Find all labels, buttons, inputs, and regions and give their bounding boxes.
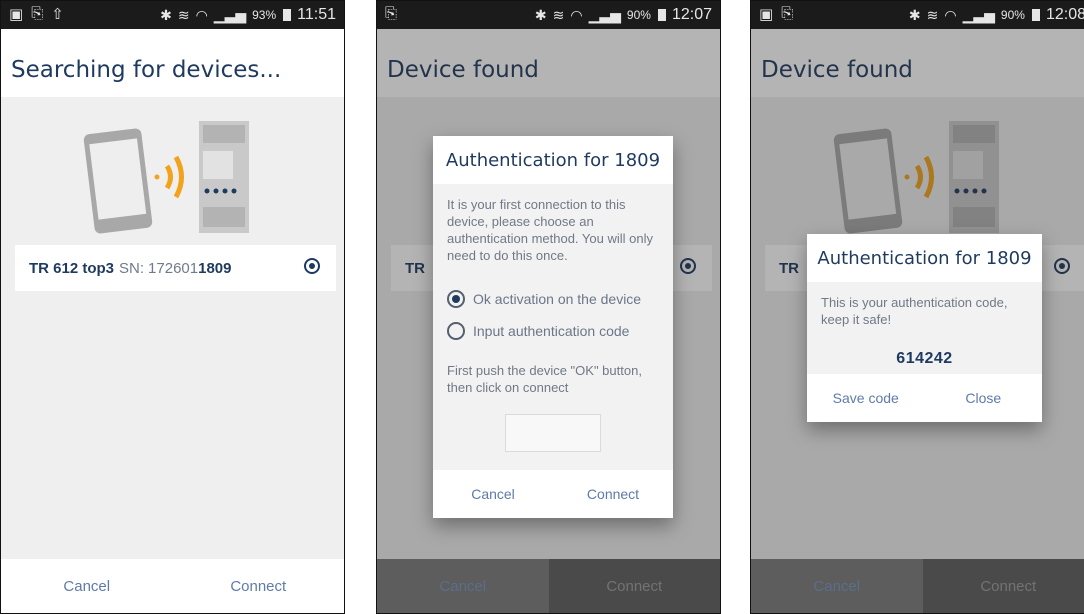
vibrate-icon: ≋ bbox=[178, 7, 190, 24]
page-title: Searching for devices... bbox=[11, 57, 281, 83]
din-rail-device-icon bbox=[199, 121, 249, 233]
wifi-icon: ◠ bbox=[944, 7, 956, 24]
dialog-cancel-button[interactable]: Cancel bbox=[433, 470, 553, 518]
bottom-actions: Cancel Connect bbox=[1, 559, 344, 613]
status-right-icons: ✱ ≋ ◠ ▁▃▅ 90% 12:07 bbox=[535, 6, 712, 24]
status-right-icons: ✱ ≋ ◠ ▁▃▅ 93% 11:51 bbox=[160, 6, 336, 24]
auth-code-input[interactable] bbox=[505, 414, 601, 452]
dialog-title: Authentication for 1809 bbox=[433, 136, 673, 184]
dialog-message: This is your authentication code, keep i… bbox=[807, 282, 1042, 340]
serial-suffix: 1809 bbox=[198, 260, 231, 277]
signal-icon: ▁▃▅ bbox=[214, 7, 246, 24]
dialog-hint: First push the device "OK" button, then … bbox=[447, 362, 659, 396]
status-left-icons: ▣ ⎘ ⇧ bbox=[9, 5, 64, 23]
bluetooth-icon: ✱ bbox=[909, 7, 921, 24]
status-bar: ▣ ⎘ ✱ ≋ ◠ ▁▃▅ 90% 12:08 bbox=[751, 1, 1084, 29]
option-ok-activation[interactable]: Ok activation on the device bbox=[447, 290, 673, 308]
battery-percent: 93% bbox=[252, 8, 276, 22]
battery-icon bbox=[658, 9, 666, 21]
auth-code-value: 614242 bbox=[807, 350, 1042, 368]
option-input-code[interactable]: Input authentication code bbox=[447, 322, 673, 340]
clock: 12:07 bbox=[672, 6, 712, 24]
status-bar: ⎘ ✱ ≋ ◠ ▁▃▅ 90% 12:07 bbox=[377, 1, 720, 29]
dialog-connect-button[interactable]: Connect bbox=[553, 470, 673, 518]
phone-to-device-illustration bbox=[79, 111, 259, 241]
clipboard-notification-icon: ⎘ bbox=[31, 5, 43, 23]
bluetooth-icon: ✱ bbox=[160, 7, 172, 24]
wifi-icon: ◠ bbox=[570, 7, 582, 24]
dialog-actions: Cancel Connect bbox=[433, 470, 673, 518]
option-label: Ok activation on the device bbox=[473, 291, 641, 307]
signal-icon: ▁▃▅ bbox=[963, 7, 995, 24]
clock: 12:08 bbox=[1046, 6, 1084, 24]
gallery-notification-icon: ▣ bbox=[9, 5, 23, 23]
serial-prefix: 172601 bbox=[148, 260, 198, 277]
serial-label: SN: bbox=[119, 260, 144, 277]
battery-percent: 90% bbox=[627, 8, 651, 22]
option-label: Input authentication code bbox=[473, 323, 629, 339]
connect-button[interactable]: Connect bbox=[173, 559, 345, 613]
clock: 11:51 bbox=[297, 6, 336, 24]
close-button[interactable]: Close bbox=[925, 374, 1043, 422]
auth-dialog: Authentication for 1809 It is your first… bbox=[433, 136, 673, 518]
signal-waves-icon bbox=[155, 157, 182, 197]
content-area: TR 612 top3 SN: 172601 1809 bbox=[1, 97, 344, 559]
radio-unselected-icon[interactable] bbox=[447, 322, 465, 340]
signal-icon: ▁▃▅ bbox=[589, 7, 621, 24]
vibrate-icon: ≋ bbox=[553, 7, 565, 24]
screen-auth-code: ▣ ⎘ ✱ ≋ ◠ ▁▃▅ 90% 12:08 Device found bbox=[750, 0, 1084, 614]
clipboard-notification-icon: ⎘ bbox=[781, 5, 793, 23]
dialog-actions: Save code Close bbox=[807, 374, 1042, 422]
cancel-button[interactable]: Cancel bbox=[1, 559, 173, 613]
status-right-icons: ✱ ≋ ◠ ▁▃▅ 90% 12:08 bbox=[909, 6, 1084, 24]
device-list-item[interactable]: TR 612 top3 SN: 172601 1809 bbox=[15, 245, 336, 291]
dialog-message: It is your first connection to this devi… bbox=[433, 184, 673, 276]
status-bar: ▣ ⎘ ⇧ ✱ ≋ ◠ ▁▃▅ 93% 11:51 bbox=[1, 1, 344, 29]
gallery-notification-icon: ▣ bbox=[759, 5, 773, 23]
status-left-icons: ⎘ bbox=[385, 5, 397, 22]
status-left-icons: ▣ ⎘ bbox=[759, 5, 793, 23]
screen-auth-choice: ⎘ ✱ ≋ ◠ ▁▃▅ 90% 12:07 Device found TR Ca… bbox=[376, 0, 721, 614]
battery-icon bbox=[1032, 9, 1040, 21]
screen-searching: ▣ ⎘ ⇧ ✱ ≋ ◠ ▁▃▅ 93% 11:51 Searching for … bbox=[0, 0, 345, 614]
wifi-icon: ◠ bbox=[196, 7, 208, 24]
bluetooth-icon: ✱ bbox=[535, 7, 547, 24]
upload-notification-icon: ⇧ bbox=[51, 5, 64, 23]
device-select-radio[interactable] bbox=[304, 258, 320, 274]
auth-code-dialog: Authentication for 1809 This is your aut… bbox=[807, 234, 1042, 422]
smartphone-icon bbox=[83, 128, 153, 234]
battery-percent: 90% bbox=[1001, 8, 1025, 22]
clipboard-notification-icon: ⎘ bbox=[385, 5, 397, 22]
radio-selected-icon[interactable] bbox=[447, 290, 465, 308]
vibrate-icon: ≋ bbox=[927, 7, 939, 24]
device-model: TR 612 top3 bbox=[29, 260, 114, 277]
header: Searching for devices... bbox=[1, 29, 344, 98]
battery-icon bbox=[283, 9, 291, 21]
save-code-button[interactable]: Save code bbox=[807, 374, 925, 422]
dialog-title: Authentication for 1809 bbox=[807, 234, 1042, 282]
